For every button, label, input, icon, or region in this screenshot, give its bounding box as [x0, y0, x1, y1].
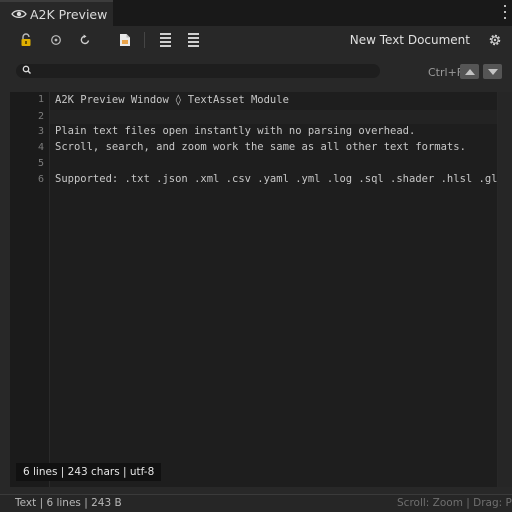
file-icon — [120, 34, 130, 46]
line-number: 1 — [37, 94, 44, 105]
word-wrap-button[interactable] — [184, 26, 202, 54]
code-line: Supported: .txt .json .xml .csv .yaml .y… — [55, 173, 498, 185]
search-shortcut-label: Ctrl+F — [428, 66, 464, 79]
align-left-icon — [159, 33, 171, 47]
more-options-icon[interactable] — [503, 5, 507, 19]
next-match-button[interactable] — [483, 64, 502, 79]
tab-bar: A2K Preview — [0, 0, 512, 26]
line-number: 4 — [37, 142, 44, 153]
chevron-down-icon — [487, 68, 498, 75]
refresh-button[interactable] — [76, 26, 94, 54]
search-input[interactable] — [16, 64, 380, 78]
line-number: 3 — [37, 126, 44, 137]
tab-a2k-preview[interactable]: A2K Preview — [0, 0, 113, 26]
target-button[interactable] — [47, 26, 65, 54]
previous-match-button[interactable] — [460, 64, 479, 79]
settings-button[interactable] — [486, 26, 504, 54]
current-line-highlight — [50, 110, 497, 124]
toolbar-divider — [144, 32, 145, 48]
status-bar: Text | 6 lines | 243 B Scroll: Zoom | Dr… — [0, 494, 512, 512]
text-editor[interactable]: 1 A2K Preview Window ◊ TextAsset Module … — [10, 92, 498, 487]
search-bar: Ctrl+F — [0, 58, 512, 86]
target-icon — [51, 35, 61, 45]
tab-title: A2K Preview — [30, 6, 108, 22]
refresh-icon — [80, 34, 90, 45]
search-icon — [22, 65, 31, 74]
chevron-up-icon — [464, 68, 475, 75]
code-line: Scroll, search, and zoom work the same a… — [55, 141, 466, 153]
code-line: A2K Preview Window ◊ TextAsset Module — [55, 94, 289, 106]
align-left-button[interactable] — [156, 26, 174, 54]
status-hint: Scroll: Zoom | Drag: Pan — [397, 497, 512, 509]
lock-button[interactable] — [17, 26, 35, 54]
line-number: 2 — [37, 111, 44, 122]
status-summary: Text | 6 lines | 243 B — [15, 497, 122, 509]
document-title: New Text Document — [349, 33, 470, 47]
code-line: Plain text files open instantly with no … — [55, 125, 416, 137]
gear-icon — [489, 34, 501, 46]
document-info-badge: 6 lines | 243 chars | utf-8 — [16, 463, 162, 481]
eye-icon — [11, 9, 27, 19]
toolbar: New Text Document — [0, 26, 512, 54]
open-file-button[interactable] — [116, 26, 134, 54]
word-wrap-icon — [187, 33, 199, 47]
vertical-scrollbar[interactable] — [498, 92, 512, 487]
line-number: 5 — [37, 158, 44, 169]
lock-icon — [21, 33, 31, 46]
line-number: 6 — [37, 174, 44, 185]
